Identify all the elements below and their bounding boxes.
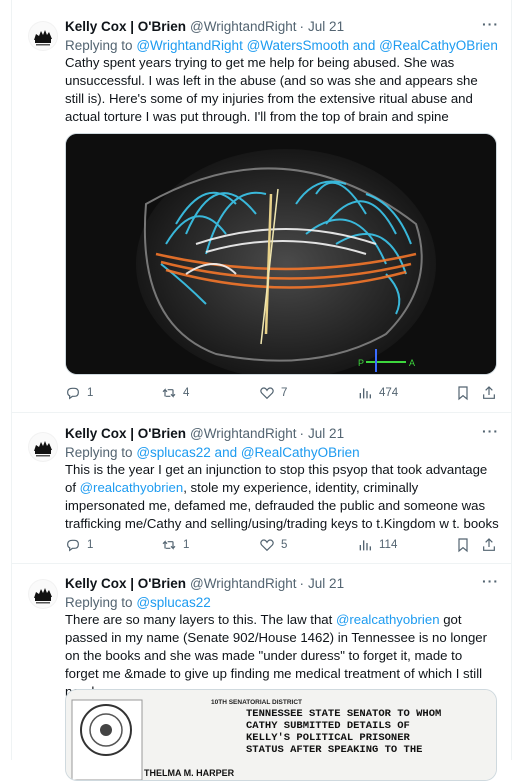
replying-to-label: Replying to — [65, 595, 133, 610]
avatar[interactable] — [28, 579, 58, 609]
avatar[interactable] — [28, 21, 58, 51]
view-count: 114 — [379, 539, 398, 551]
bookmark-button[interactable] — [455, 537, 471, 553]
replying-to-users[interactable]: @WrightandRight @WatersSmooth and @RealC… — [136, 38, 498, 53]
document-senator-name: THELMA M. HARPER — [144, 768, 235, 778]
tweet-header: Kelly Cox | O'Brien @WrightandRight · Ju… — [65, 423, 499, 443]
tweet-actions: 1 1 5 114 — [65, 537, 499, 555]
tweet-header: Kelly Cox | O'Brien @WrightandRight · Ju… — [65, 16, 499, 36]
user-handle[interactable]: @WrightandRight — [190, 576, 297, 591]
view-count: 474 — [379, 387, 399, 399]
more-options-icon[interactable]: ··· — [482, 16, 499, 32]
replying-to: Replying to @splucas22 and @RealCathyOBr… — [65, 445, 499, 460]
retweet-icon — [162, 540, 176, 550]
avatar-logo-icon — [29, 580, 57, 608]
tweet-header: Kelly Cox | O'Brien @WrightandRight · Ju… — [65, 573, 499, 593]
views-chart-icon — [359, 388, 371, 399]
share-icon — [483, 386, 495, 399]
tweet-text: Cathy spent years trying to get me help … — [65, 55, 478, 124]
document-caption: TENNESSEE STATE SENATOR TO WHOM CATHY SU… — [246, 708, 442, 756]
tweet-media[interactable]: P A — [65, 133, 497, 375]
user-handle[interactable]: @WrightandRight — [190, 19, 297, 34]
separator-dot: · — [299, 575, 305, 591]
share-button[interactable] — [481, 385, 497, 401]
reply-icon — [67, 539, 79, 552]
separator-dot: · — [299, 425, 305, 441]
document-caption-container: TENNESSEE STATE SENATOR TO WHOM CATHY SU… — [246, 708, 442, 756]
tweet-actions: 1 4 7 474 — [65, 385, 499, 403]
replying-to-label: Replying to — [65, 38, 133, 53]
tweet-media[interactable]: 10TH SENATORIAL DISTRICT THELMA M. HARPE… — [65, 689, 497, 781]
mri-label-a: A — [409, 358, 415, 368]
like-count: 7 — [281, 387, 288, 399]
tweet-text: There are so many layers to this. The la… — [65, 611, 499, 701]
reply-count: 1 — [87, 539, 94, 551]
bookmark-button[interactable] — [455, 385, 471, 401]
share-button[interactable] — [481, 537, 497, 553]
reply-button[interactable]: 1 — [65, 537, 93, 553]
heart-icon — [260, 387, 274, 400]
user-handle[interactable]: @WrightandRight — [190, 426, 297, 441]
views-button[interactable]: 474 — [357, 385, 398, 401]
reply-icon — [67, 387, 79, 400]
bookmark-icon — [458, 538, 468, 553]
display-name[interactable]: Kelly Cox | O'Brien — [65, 19, 186, 34]
more-options-icon[interactable]: ··· — [482, 573, 499, 589]
tweet-text: This is the year I get an injunction to … — [65, 461, 499, 533]
brain-mri-tractography-image: P A — [66, 134, 496, 374]
views-chart-icon — [359, 540, 371, 551]
separator-dot: · — [299, 18, 305, 34]
replying-to: Replying to @WrightandRight @WatersSmoot… — [65, 38, 499, 53]
more-options-icon[interactable]: ··· — [482, 423, 499, 439]
replying-to-label: Replying to — [65, 445, 133, 460]
tweet-date[interactable]: Jul 21 — [308, 19, 344, 34]
avatar[interactable] — [28, 432, 58, 462]
reply-count: 1 — [87, 387, 94, 399]
timeline-border-right — [511, 0, 512, 760]
retweet-button[interactable]: 4 — [161, 385, 189, 401]
avatar-logo-icon — [29, 433, 57, 461]
bookmark-icon — [458, 386, 468, 401]
tweet[interactable]: Kelly Cox | O'Brien @WrightandRight · Ju… — [12, 0, 511, 413]
like-button[interactable]: 7 — [259, 385, 287, 401]
retweet-count: 4 — [183, 387, 190, 399]
retweet-count: 1 — [183, 539, 190, 551]
tweet-date[interactable]: Jul 21 — [308, 576, 344, 591]
views-button[interactable]: 114 — [357, 537, 397, 553]
tweet-text-part: There are so many layers to this. The la… — [65, 612, 336, 627]
document-district-line: 10TH SENATORIAL DISTRICT — [211, 699, 302, 706]
mention-link[interactable]: @realcathyobrien — [336, 612, 440, 627]
replying-to-users[interactable]: @splucas22 — [136, 595, 211, 610]
like-count: 5 — [281, 539, 288, 551]
tweet-date[interactable]: Jul 21 — [308, 426, 344, 441]
retweet-icon — [162, 388, 176, 398]
tweet[interactable]: Kelly Cox | O'Brien @WrightandRight · Ju… — [12, 413, 511, 564]
reply-button[interactable]: 1 — [65, 385, 93, 401]
mri-label-p: P — [358, 358, 364, 368]
display-name[interactable]: Kelly Cox | O'Brien — [65, 426, 186, 441]
replying-to-users[interactable]: @splucas22 and @RealCathyOBrien — [136, 445, 359, 460]
replying-to: Replying to @splucas22 — [65, 595, 499, 610]
avatar-logo-icon — [29, 22, 57, 50]
mention-link[interactable]: @realcathyobrien — [80, 480, 184, 495]
tweet[interactable]: Kelly Cox | O'Brien @WrightandRight · Ju… — [12, 564, 511, 781]
display-name[interactable]: Kelly Cox | O'Brien — [65, 576, 186, 591]
heart-icon — [260, 539, 274, 552]
scanned-document-image: 10TH SENATORIAL DISTRICT THELMA M. HARPE… — [66, 690, 496, 780]
like-button[interactable]: 5 — [259, 537, 287, 553]
retweet-button[interactable]: 1 — [161, 537, 189, 553]
share-icon — [483, 538, 495, 551]
